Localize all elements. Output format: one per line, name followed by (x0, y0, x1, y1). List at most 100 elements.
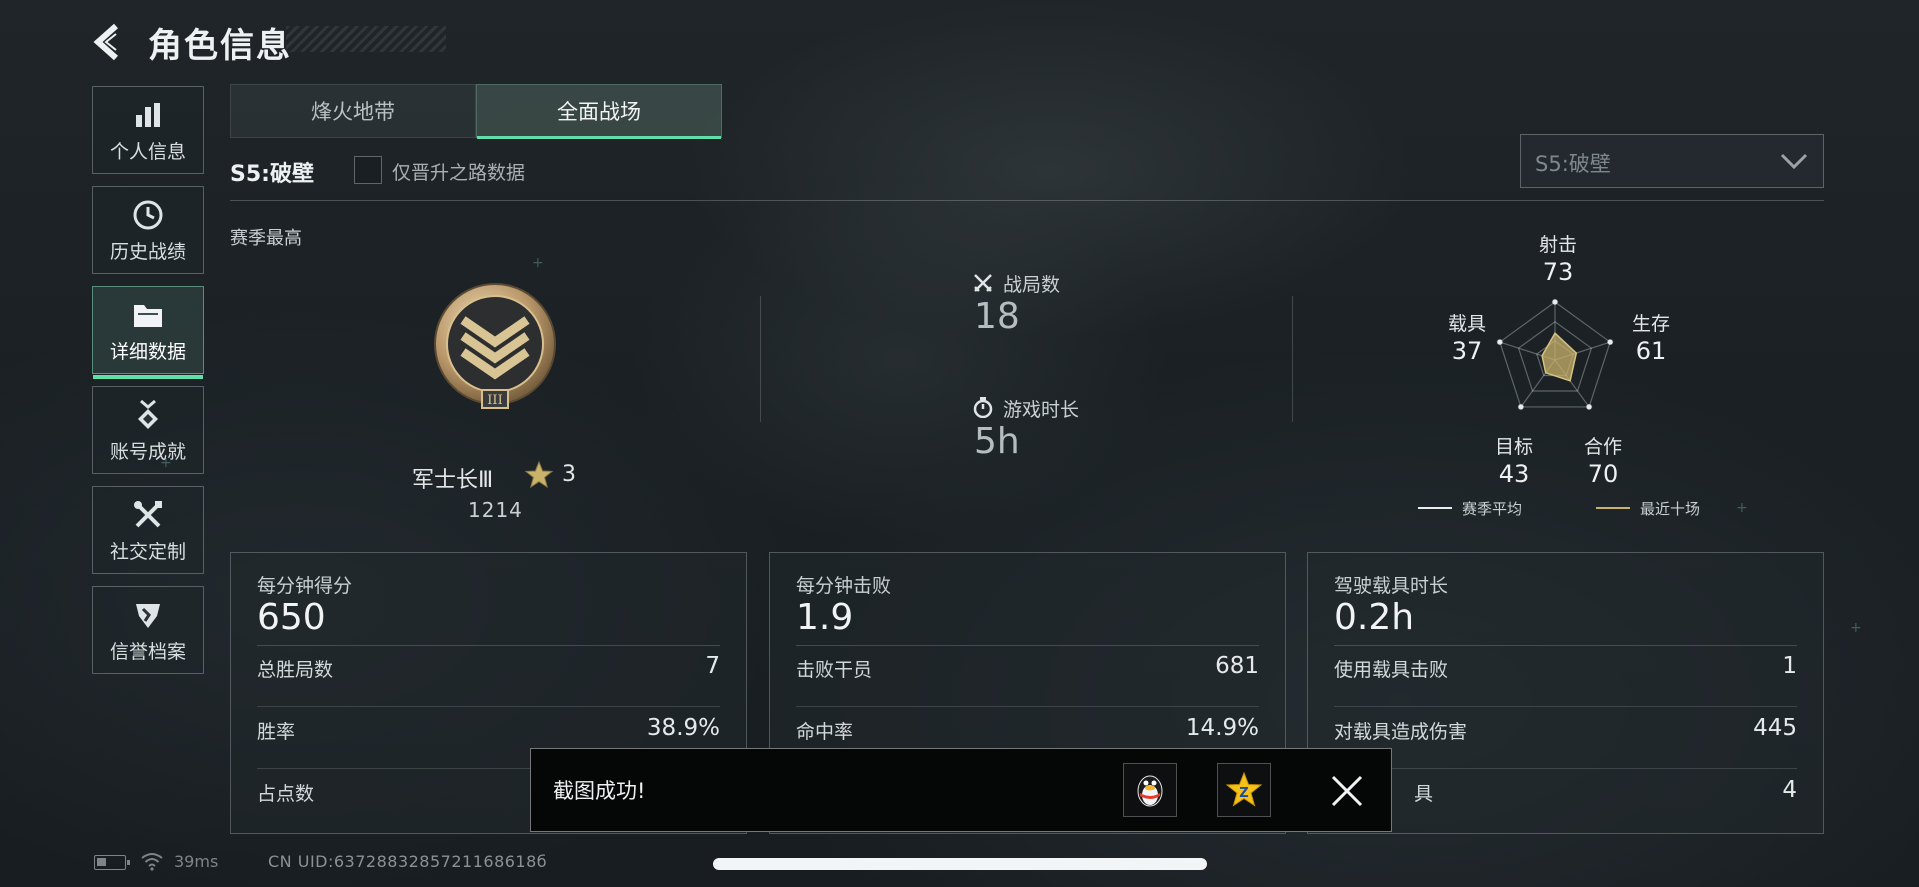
shield-icon (130, 597, 166, 633)
radar-vertex (1585, 403, 1593, 411)
radar-value-survival: 61 (1635, 337, 1667, 365)
nav-item-achievements[interactable]: 账号成就 (92, 386, 204, 474)
season-name: S5:破壁 (230, 162, 314, 187)
table-row: 对载具造成伤害 445 (1334, 707, 1797, 769)
playtime-value: 5h (974, 421, 1020, 462)
radar-value-shooting: 73 (1542, 258, 1574, 286)
nav-label: 历史战绩 (109, 240, 186, 263)
legend-swatch-season-average (1418, 507, 1452, 509)
radar-label-vehicle: 载具 (1447, 313, 1486, 335)
tab-full-battlefield[interactable]: 全面战场 (476, 84, 722, 139)
table-row: 使用载具击败 1 (1334, 645, 1797, 707)
title-decoration (286, 26, 446, 52)
row-value: 14.9% (1185, 715, 1259, 741)
tools-icon (130, 497, 166, 533)
section-divider (230, 200, 1824, 201)
legend-season-average: 赛季平均 (1462, 500, 1523, 518)
nav-item-credit-record[interactable]: 信誉档案 (92, 586, 204, 674)
rank-name: 军士长Ⅲ (412, 468, 494, 493)
rank-points: 1214 (468, 498, 523, 522)
season-dropdown-value: S5:破壁 (1535, 152, 1611, 176)
legend-swatch-recent-ten (1596, 507, 1630, 509)
card-title: 每分钟击败 (796, 575, 892, 597)
card-title: 驾驶载具时长 (1334, 575, 1449, 597)
nav-item-history[interactable]: 历史战绩 (92, 186, 204, 274)
table-row: 击败干员 681 (796, 645, 1259, 707)
row-value: 38.9% (646, 715, 720, 741)
playtime-label: 游戏时长 (1003, 399, 1080, 421)
radar-recent-polygon (1541, 331, 1578, 382)
svg-text:Z: Z (1239, 786, 1248, 801)
card-value: 650 (257, 597, 326, 638)
card-value: 1.9 (796, 597, 854, 638)
row-label: 占点数 (257, 783, 315, 805)
radar-label-shooting: 射击 (1538, 234, 1577, 256)
battles-label: 战局数 (1003, 274, 1061, 296)
folder-icon (130, 297, 166, 333)
row-label: 使用载具击败 (1334, 659, 1449, 681)
toast-message: 截图成功! (553, 779, 646, 803)
ping-readout: 39ms (174, 852, 219, 871)
decor-plus: + (1850, 620, 1862, 636)
page-title: 角色信息 (148, 26, 292, 66)
battles-value: 18 (974, 296, 1020, 337)
nav-label: 信誉档案 (109, 640, 186, 663)
decor-plus: + (160, 455, 172, 471)
radar-value-objective: 43 (1498, 460, 1530, 488)
home-indicator[interactable] (713, 858, 1207, 870)
row-label: 总胜局数 (257, 659, 334, 681)
player-uid: CN UID:6372883285721168618б (268, 852, 548, 871)
bar-chart-icon (130, 97, 166, 133)
row-value: 7 (705, 653, 720, 679)
nav-label: 社交定制 (109, 540, 186, 563)
battery-icon (94, 855, 130, 870)
radar-value-teamwork: 70 (1587, 460, 1619, 488)
crossed-swords-icon (974, 274, 992, 292)
table-row: 总胜局数 7 (257, 645, 720, 707)
radar-label-survival: 生存 (1631, 313, 1670, 335)
row-label: 具 (1414, 783, 1434, 805)
clock-icon (130, 197, 166, 233)
row-label: 击败干员 (796, 659, 873, 681)
back-button[interactable] (90, 22, 126, 62)
decor-plus: + (1736, 500, 1748, 516)
row-value: 681 (1215, 653, 1259, 679)
row-label: 命中率 (796, 721, 854, 743)
season-dropdown[interactable]: S5:破壁 (1520, 134, 1824, 188)
promotion-only-label[interactable]: 仅晋升之路数据 (392, 158, 525, 185)
nav-label: 账号成就 (109, 440, 186, 463)
nav-label: 详细数据 (109, 340, 186, 363)
wifi-icon (141, 853, 163, 871)
legend-recent-ten: 最近十场 (1640, 500, 1701, 518)
card-value: 0.2h (1334, 597, 1415, 638)
back-arrow-icon (93, 23, 118, 61)
star-badge-icon: Z (1225, 771, 1263, 807)
season-best-label: 赛季最高 (230, 228, 302, 249)
chevron-down-icon (1780, 153, 1808, 170)
promotion-only-checkbox[interactable] (354, 156, 382, 184)
star-icon (524, 460, 554, 489)
row-label: 胜率 (257, 721, 296, 743)
card-title: 每分钟得分 (257, 575, 353, 597)
row-value: 445 (1753, 715, 1797, 741)
row-label: 对载具造成伤害 (1334, 721, 1468, 743)
stopwatch-icon (973, 397, 993, 418)
share-qzone-button[interactable]: Z (1217, 763, 1271, 817)
row-value: 4 (1782, 777, 1797, 803)
tab-warzone[interactable]: 烽火地带 (230, 84, 476, 138)
row-value: 1 (1782, 653, 1797, 679)
radar-label-objective: 目标 (1494, 436, 1533, 458)
active-indicator (93, 375, 203, 379)
medal-icon (130, 397, 166, 433)
table-row: 具4 (1334, 769, 1797, 831)
decor-plus: + (532, 255, 544, 271)
close-icon[interactable] (1329, 773, 1365, 809)
radar-vertex (1607, 338, 1614, 346)
nav-item-personal-info[interactable]: 个人信息 (92, 86, 204, 174)
share-qq-button[interactable] (1123, 763, 1177, 817)
svg-text:III: III (487, 393, 502, 408)
nav-item-detailed-data[interactable]: 详细数据 (92, 286, 204, 379)
column-divider (760, 296, 761, 422)
penguin-icon (1137, 775, 1163, 807)
nav-item-social-custom[interactable]: 社交定制 (92, 486, 204, 574)
